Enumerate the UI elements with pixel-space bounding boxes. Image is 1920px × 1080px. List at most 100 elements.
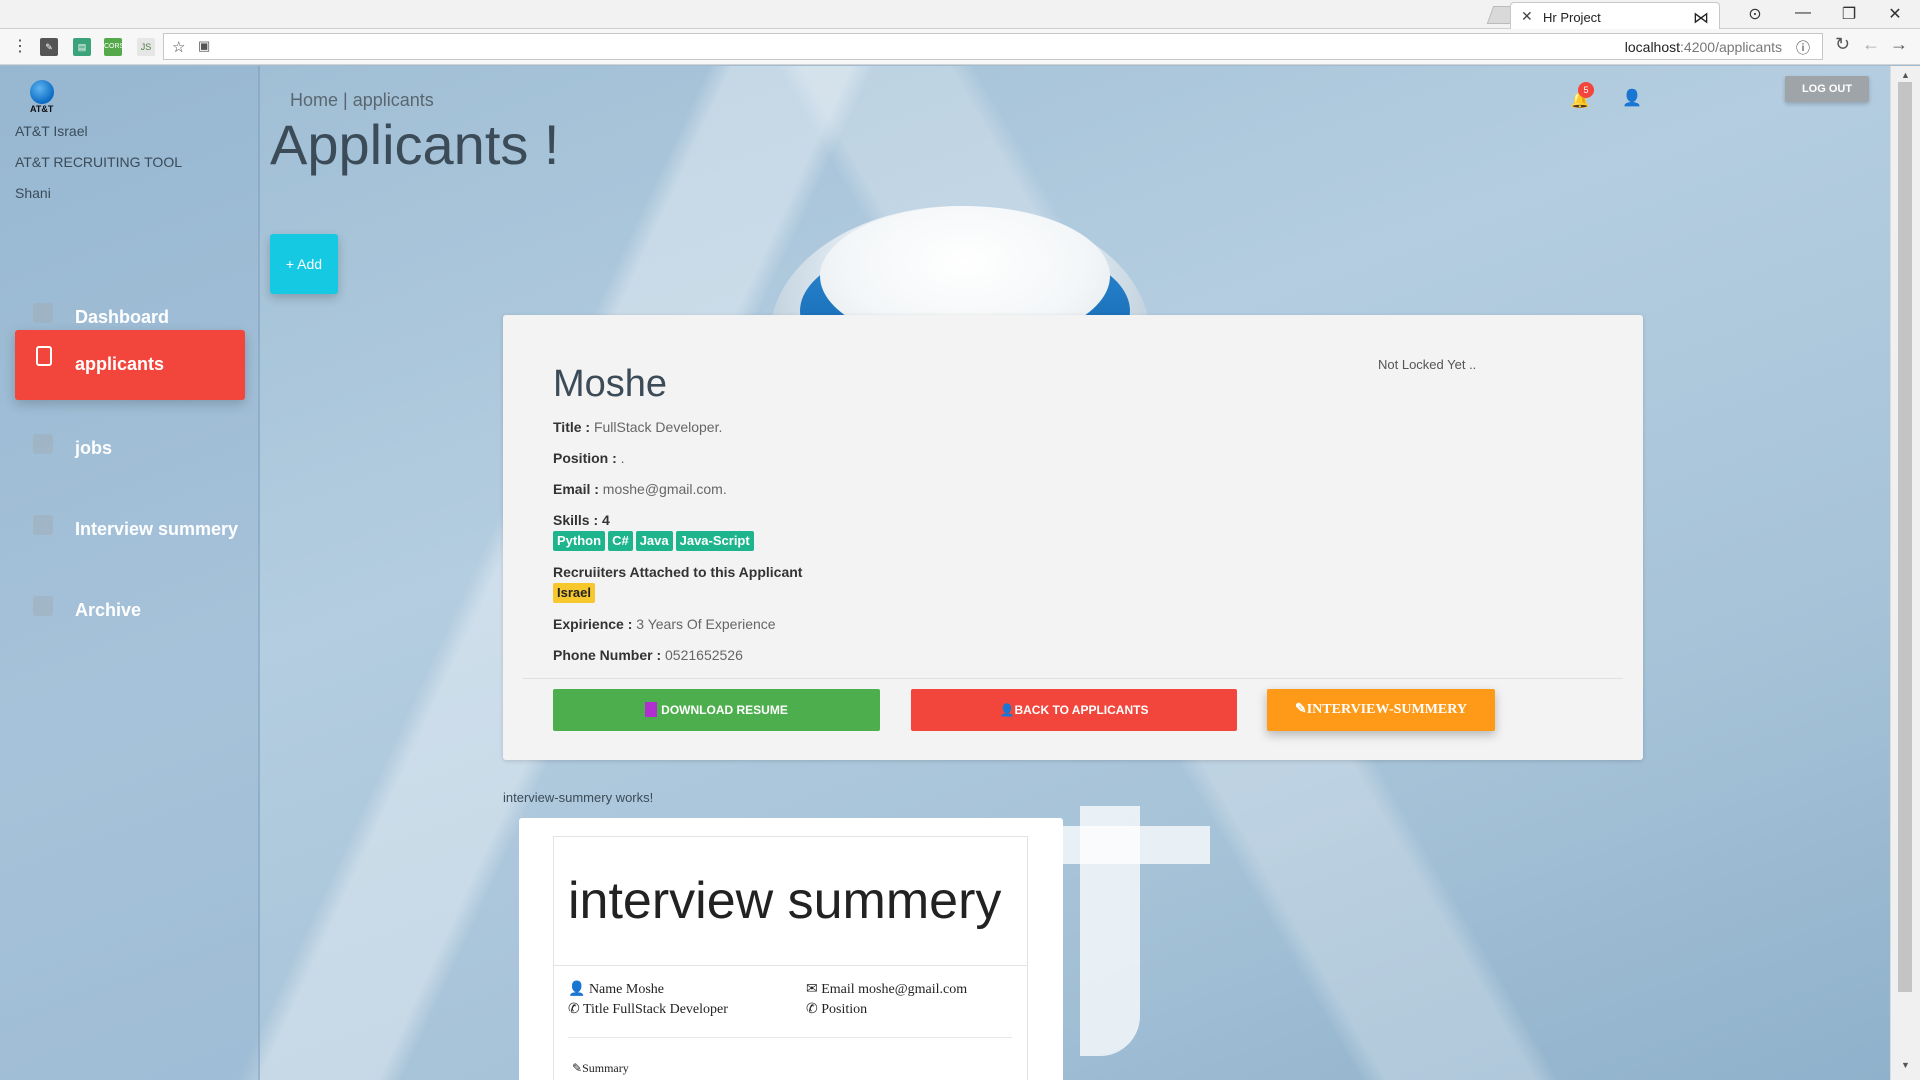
field-key: Position : (553, 450, 617, 466)
lock-status: Not Locked Yet .. (1378, 357, 1477, 372)
extension-green-icon[interactable]: ▤ (73, 38, 91, 56)
back-to-applicants-button[interactable]: 👤BACK TO APPLICANTS (911, 689, 1237, 731)
field-value: 3 Years Of Experience (632, 616, 776, 632)
scroll-thumb[interactable] (1898, 82, 1912, 992)
sidebar-item-label: Interview summery (75, 519, 239, 539)
field-value: . (616, 450, 625, 466)
download-resume-button[interactable]: DOWNLOAD RESUME (553, 689, 880, 731)
page-background: AT&T AT&T Israel AT&T RECRUITING TOOL Sh… (0, 66, 1890, 1080)
att-logo-icon (30, 80, 54, 104)
summary-label-text: Summary (582, 1061, 629, 1075)
interview-summery-button[interactable]: ✎INTERVIEW-SUMMERY (1267, 689, 1495, 731)
tab-close-icon[interactable]: ✕ (1521, 8, 1533, 25)
applicant-name: Moshe (553, 363, 668, 405)
scroll-down-icon[interactable]: ▼ (1901, 1060, 1910, 1070)
divider (554, 965, 1027, 966)
folder-icon (33, 596, 53, 616)
user-name: Shani (15, 185, 51, 201)
minimize-button[interactable]: — (1783, 4, 1823, 22)
extension-js-icon[interactable]: JS (137, 38, 155, 56)
interview-summery-card: interview summery 👤 Name Moshe ✆ Title F… (519, 818, 1063, 1080)
reload-icon[interactable]: ↻ (1835, 34, 1850, 55)
skills-field: Skills : 4 (553, 512, 610, 528)
sidebar-item-applicants[interactable]: applicants (15, 330, 245, 400)
profile-icon[interactable]: ⊙ (1735, 4, 1775, 24)
back-arrow-icon[interactable]: ← (1862, 34, 1880, 55)
field-key: Email : (553, 481, 599, 497)
close-window-button[interactable]: ✕ (1875, 4, 1915, 24)
pencil-icon: ✎ (1294, 702, 1307, 717)
tab-title: Hr Project (1543, 10, 1601, 25)
breadcrumb: Home | applicants (290, 90, 434, 110)
title-field: Title : FullStack Developer. (553, 419, 722, 435)
info-icon[interactable]: ⓘ (1796, 38, 1810, 58)
sidebar-item-archive[interactable]: Archive (15, 574, 245, 644)
url-host: localhost (1624, 39, 1681, 55)
browser-tab-strip: ✕ Hr Project ⋈ ⊙ — ❐ ✕ (0, 0, 1920, 29)
phone-icon: ✆ (568, 1002, 580, 1017)
add-button[interactable]: + Add (270, 234, 338, 294)
summary-position-text: Position (821, 1002, 868, 1017)
scroll-up-icon[interactable]: ▲ (1901, 70, 1910, 80)
dashboard-icon (33, 303, 53, 323)
email-field: Email : moshe@gmail.com. (553, 481, 727, 497)
pencil-icon: ✎ (572, 1061, 583, 1075)
experience-field: Expirience : 3 Years Of Experience (553, 616, 776, 632)
user-icon: 👤 (999, 703, 1015, 717)
button-label: BACK TO APPLICANTS (1014, 703, 1149, 717)
button-label: INTERVIEW-SUMMERY (1306, 702, 1468, 717)
page-info-icon[interactable]: ▣ (198, 38, 210, 54)
page-title: Applicants ! (270, 113, 560, 176)
extension-pen-icon[interactable]: ✎ (40, 38, 58, 56)
recruiters-label: Recruiiters Attached to this Applicant (553, 564, 803, 580)
interview-summery-panel: interview summery 👤 Name Moshe ✆ Title F… (553, 836, 1028, 1080)
sidebar-item-jobs[interactable]: jobs (15, 412, 245, 482)
divider (568, 1037, 1012, 1038)
summary-name: 👤 Name Moshe (568, 981, 664, 998)
envelope-icon: ✉ (806, 982, 818, 997)
summary-email-text: Email moshe@gmail.com (821, 982, 968, 997)
browser-menu-icon[interactable]: ⋮ (12, 36, 28, 56)
extension-cors-icon[interactable]: CORS (104, 38, 124, 56)
logout-button[interactable]: LOG OUT (1785, 76, 1869, 102)
sidebar: AT&T AT&T Israel AT&T RECRUITING TOOL Sh… (0, 66, 260, 1080)
tab-extension-icon: ⋈ (1693, 10, 1709, 27)
sidebar-item-interview-summery[interactable]: Interview summery (15, 493, 245, 563)
summary-position: ✆ Position (806, 1001, 867, 1018)
position-field: Position : . (553, 450, 625, 466)
browser-toolbar: ⋮ ✎ ▤ CORS JS ☆ ▣ localhost:4200/applica… (0, 29, 1920, 65)
summary-title-text: Title FullStack Developer (582, 1002, 728, 1017)
browser-tab[interactable]: ✕ Hr Project ⋈ (1510, 2, 1720, 29)
file-icon (645, 702, 658, 717)
skill-badge: Python (553, 531, 606, 551)
field-key: Title : (553, 419, 591, 435)
bookmark-star-icon[interactable]: ☆ (172, 38, 185, 56)
page-scrollbar[interactable]: ▲ ▼ (1890, 66, 1920, 1080)
skill-badge: Java-Script (675, 531, 754, 551)
skill-badge: C# (608, 531, 633, 551)
phone-icon: ✆ (806, 1002, 818, 1017)
field-key: Expirience : (553, 616, 633, 632)
field-key: Skills : 4 (553, 512, 610, 528)
list-icon (33, 434, 53, 454)
company-name: AT&T Israel (15, 123, 88, 139)
sidebar-item-label: applicants (75, 354, 165, 374)
interview-works-text: interview-summery works! (503, 790, 654, 805)
applicant-card: Moshe Not Locked Yet .. Title : FullStac… (503, 315, 1643, 760)
forward-arrow-icon[interactable]: → (1890, 34, 1908, 55)
field-value: 0521652526 (661, 647, 743, 663)
recruiters-list: Israel (553, 583, 598, 603)
url-text[interactable]: localhost:4200/applicants (1625, 39, 1782, 55)
user-icon[interactable]: 👤 (1622, 88, 1642, 108)
tool-name: AT&T RECRUITING TOOL (15, 154, 182, 170)
address-bar[interactable]: ☆ ▣ localhost:4200/applicants ⓘ (163, 33, 1823, 60)
maximize-button[interactable]: ❐ (1829, 4, 1869, 24)
person-icon (33, 515, 53, 535)
field-value: FullStack Developer. (590, 419, 723, 435)
notification-badge[interactable]: 5 (1578, 82, 1594, 98)
sidebar-item-label: Dashboard (75, 307, 170, 327)
phone-field: Phone Number : 0521652526 (553, 647, 743, 663)
skill-badge: Java (635, 531, 673, 551)
skills-list: Python C# Java Java-Script (553, 531, 757, 551)
button-label: DOWNLOAD RESUME (661, 703, 788, 717)
